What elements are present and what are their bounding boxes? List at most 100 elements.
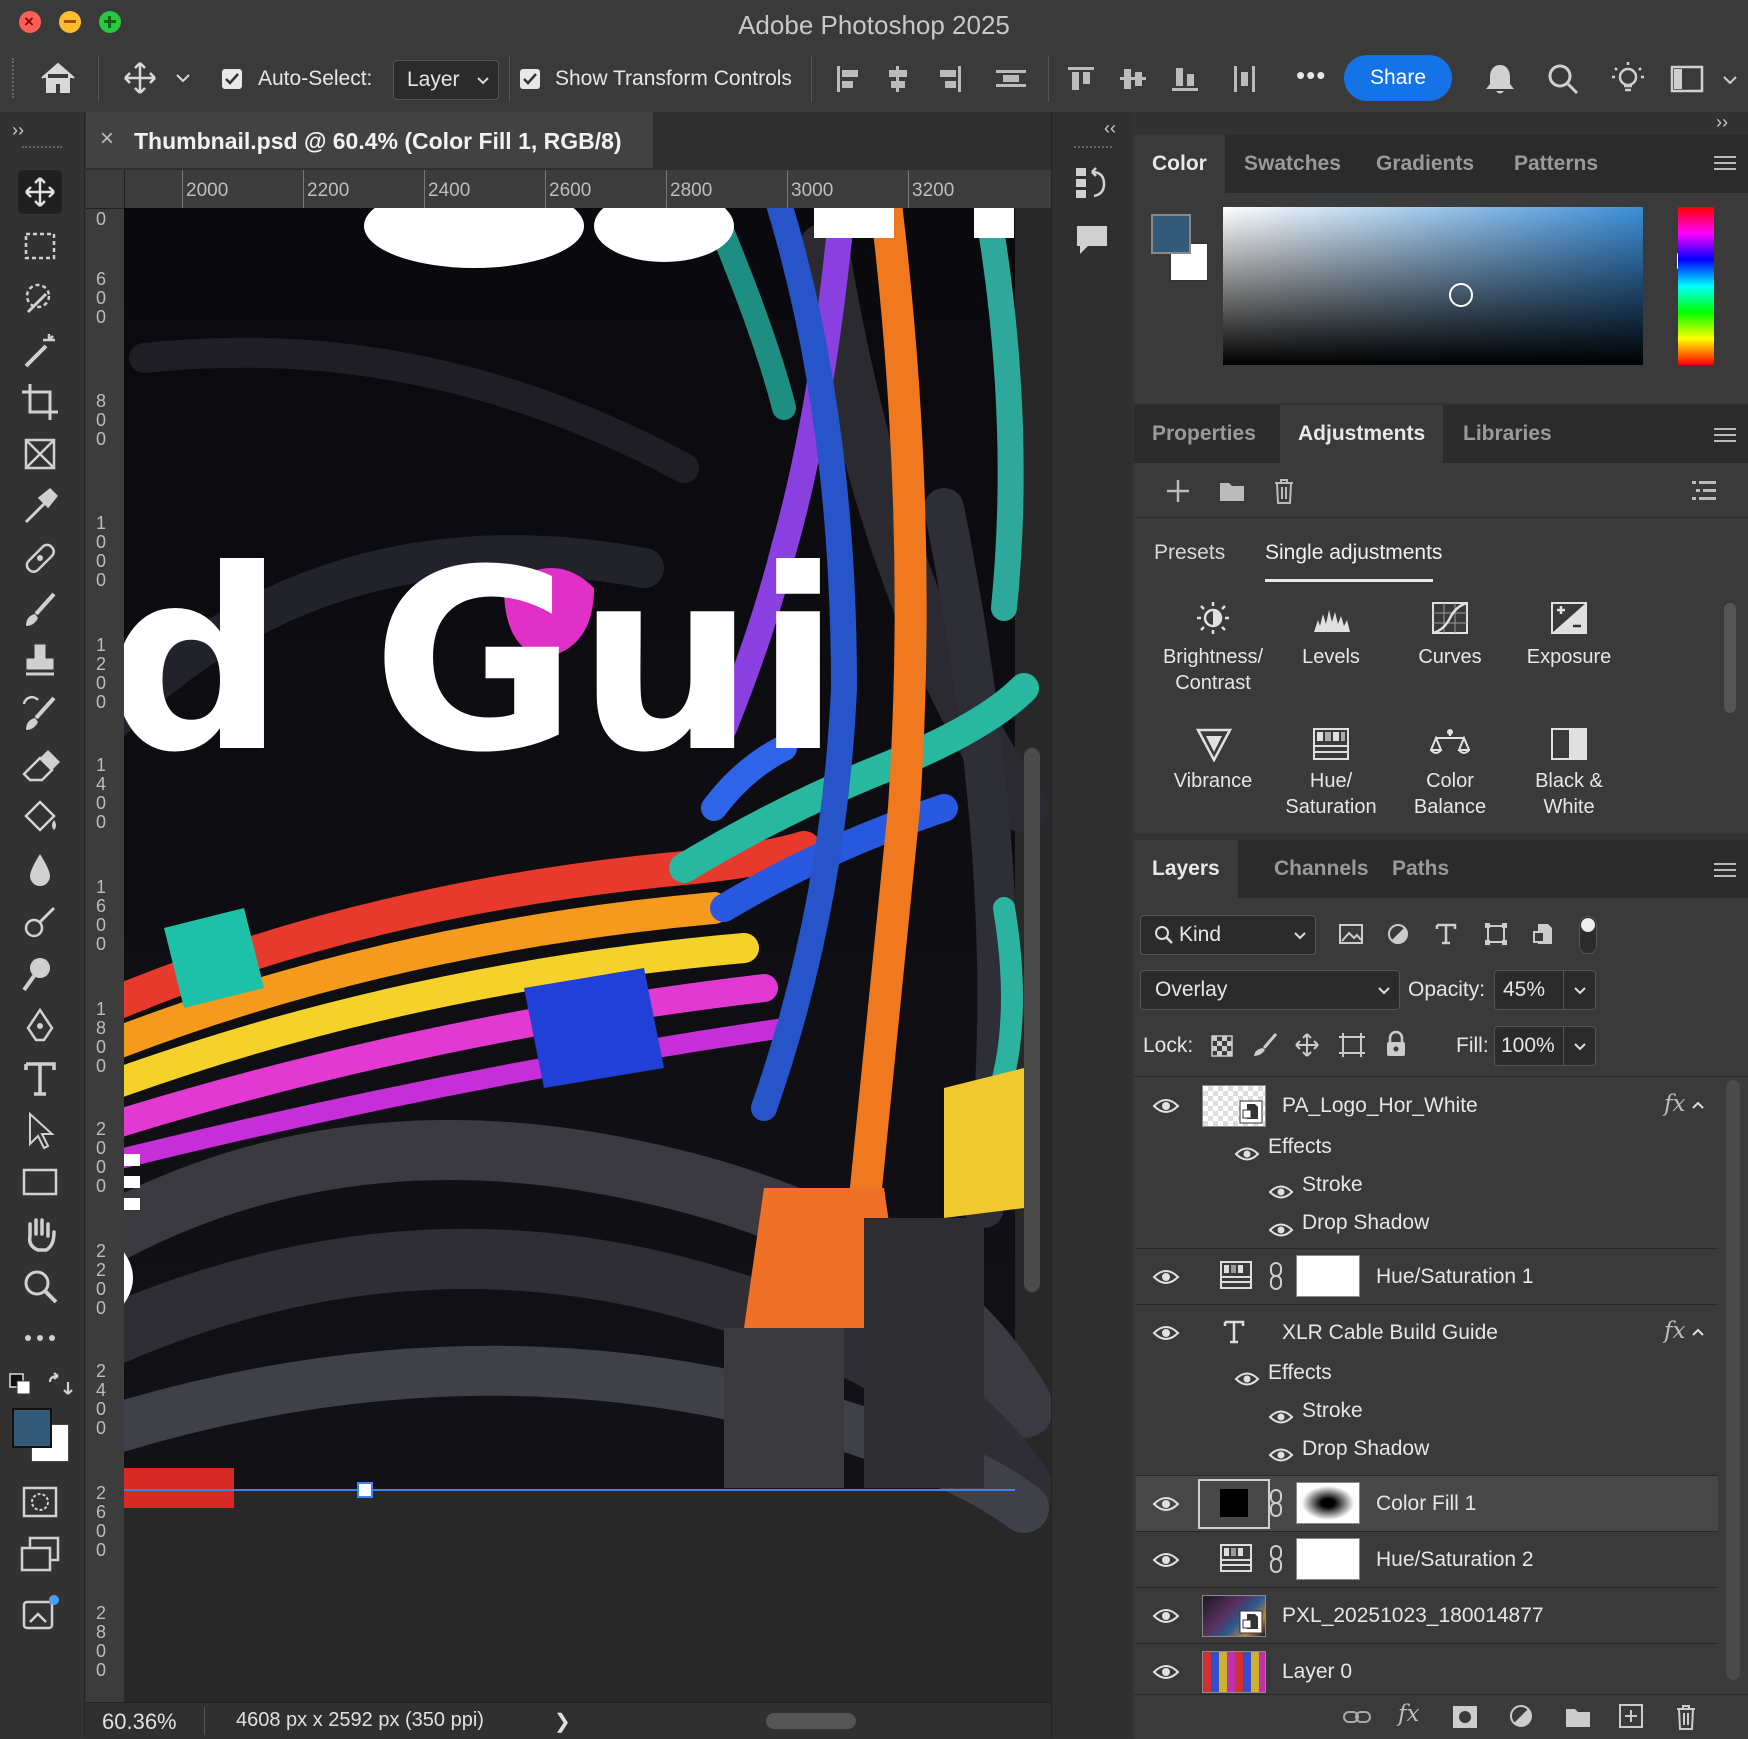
magic-wand-tool-icon[interactable] (18, 328, 62, 372)
chevron-down-icon[interactable] (175, 72, 191, 84)
visibility-eye-icon[interactable] (1234, 1371, 1260, 1387)
adj-color-balance[interactable]: Color Balance (1395, 768, 1505, 820)
horizontal-ruler[interactable]: 2000 2200 2400 2600 2800 3000 3200 (86, 170, 1051, 209)
history-brush-tool-icon[interactable] (18, 692, 62, 736)
auto-select-dropdown[interactable]: Layer (393, 60, 499, 100)
horizontal-scrollbar[interactable] (766, 1713, 856, 1729)
tab-channels[interactable]: Channels (1256, 840, 1387, 898)
distribute-vertical-icon[interactable] (1230, 64, 1260, 94)
layer-mask-thumbnail[interactable] (1296, 1255, 1360, 1297)
share-button[interactable]: Share (1344, 55, 1452, 101)
visibility-eye-icon[interactable] (1234, 1146, 1260, 1162)
document-info[interactable]: 4608 px x 2592 px (350 ppi) (236, 1709, 484, 1732)
type-tool-icon[interactable] (18, 1056, 62, 1100)
lock-pixels-icon[interactable] (1252, 1032, 1278, 1058)
new-layer-icon[interactable] (1618, 1703, 1644, 1729)
notification-bell-icon[interactable] (1482, 62, 1518, 96)
effect-drop-shadow[interactable]: Drop Shadow (1302, 1211, 1429, 1235)
dodge-tool-icon[interactable] (18, 952, 62, 996)
tab-paths[interactable]: Paths (1374, 840, 1467, 898)
link-icon[interactable] (1268, 1261, 1284, 1291)
chevron-up-icon[interactable] (1691, 1100, 1705, 1110)
filter-shape-icon[interactable] (1484, 922, 1508, 946)
move-tool-icon[interactable] (122, 60, 158, 96)
show-transform-checkbox[interactable] (520, 69, 540, 89)
layer-thumbnail[interactable] (1202, 1595, 1266, 1637)
layer-name[interactable]: Layer 0 (1282, 1660, 1352, 1684)
visibility-eye-icon[interactable] (1152, 1552, 1180, 1568)
status-expand-icon[interactable]: ❯ (554, 1709, 571, 1734)
visibility-eye-icon[interactable] (1152, 1608, 1180, 1624)
layer-thumbnail-frame[interactable] (1198, 1479, 1270, 1529)
layer-name[interactable]: XLR Cable Build Guide (1282, 1321, 1498, 1345)
more-tools-icon[interactable] (18, 1316, 62, 1360)
lock-position-icon[interactable] (1294, 1032, 1320, 1058)
align-left-icon[interactable] (834, 64, 862, 94)
visibility-eye-icon[interactable] (1268, 1447, 1294, 1463)
brush-tool-icon[interactable] (18, 588, 62, 632)
foreground-color-swatch[interactable] (12, 1408, 52, 1448)
adj-curves[interactable]: Curves (1395, 644, 1505, 670)
comments-icon[interactable] (1074, 222, 1110, 258)
vertical-scrollbar[interactable] (1024, 752, 1040, 1292)
chevron-up-icon[interactable] (1691, 1327, 1705, 1337)
lock-artboard-icon[interactable] (1338, 1032, 1366, 1058)
lock-all-icon[interactable] (1384, 1030, 1408, 1058)
visibility-eye-icon[interactable] (1152, 1269, 1180, 1285)
add-adjustment-icon[interactable] (1164, 477, 1192, 505)
layer-mask-thumbnail[interactable] (1296, 1538, 1360, 1580)
list-view-icon[interactable] (1690, 477, 1718, 505)
link-icon[interactable] (1268, 1544, 1284, 1574)
layer-name[interactable]: PXL_20251023_180014877 (1282, 1604, 1544, 1628)
history-icon[interactable] (1074, 164, 1112, 200)
blur-tool-icon[interactable] (18, 848, 62, 892)
tab-gradients[interactable]: Gradients (1358, 135, 1492, 193)
hand-tool-icon[interactable] (18, 1212, 62, 1256)
visibility-eye-icon[interactable] (1152, 1496, 1180, 1512)
dodge-burn-tool-icon[interactable] (18, 900, 62, 944)
eraser-tool-icon[interactable] (18, 744, 62, 788)
effects-label[interactable]: Effects (1268, 1361, 1332, 1385)
filter-smart-object-icon[interactable] (1532, 922, 1556, 946)
visibility-eye-icon[interactable] (1268, 1222, 1294, 1238)
vertical-ruler[interactable]: 0 6 0 0 8 0 0 1 0 0 0 1 2 0 0 1 4 0 0 1 6 0 0 1… (86, 208, 125, 1702)
add-layer-style-icon[interactable]: fx (1398, 1701, 1419, 1727)
new-group-icon[interactable] (1564, 1705, 1592, 1729)
clone-stamp-tool-icon[interactable] (18, 640, 62, 684)
marquee-tool-icon[interactable] (18, 224, 62, 268)
layer-name[interactable]: Hue/Saturation 2 (1376, 1548, 1534, 1572)
adj-hue-saturation[interactable]: Hue/ Saturation (1276, 768, 1386, 820)
layers-scrollbar[interactable] (1726, 1080, 1740, 1680)
opacity-field[interactable]: 45% (1494, 970, 1596, 1010)
grip-handle[interactable] (12, 58, 17, 98)
tab-libraries[interactable]: Libraries (1445, 405, 1570, 463)
paint-bucket-tool-icon[interactable] (18, 796, 62, 840)
layer-row-selected[interactable]: Color Fill 1 (1136, 1476, 1718, 1532)
new-adjustment-layer-icon[interactable] (1508, 1703, 1534, 1729)
effect-stroke[interactable]: Stroke (1302, 1399, 1363, 1423)
visibility-eye-icon[interactable] (1152, 1325, 1180, 1341)
adj-brightness-contrast[interactable]: Brightness/ Contrast (1158, 644, 1268, 696)
align-top-icon[interactable] (1066, 64, 1096, 94)
adj-vibrance[interactable]: Vibrance (1158, 768, 1268, 794)
layer-row[interactable]: XLR Cable Build Guide fx (1136, 1305, 1718, 1361)
layer-thumbnail[interactable] (1202, 1651, 1266, 1693)
layer-row[interactable]: Layer 0 (1136, 1644, 1718, 1700)
lock-transparent-icon[interactable] (1210, 1034, 1234, 1058)
tab-swatches[interactable]: Swatches (1226, 135, 1359, 193)
adj-levels[interactable]: Levels (1276, 644, 1386, 670)
grip-handle[interactable] (1074, 146, 1112, 151)
panel-menu-icon[interactable] (1714, 862, 1736, 878)
link-layers-icon[interactable] (1342, 1707, 1372, 1727)
visibility-eye-icon[interactable] (1152, 1664, 1180, 1680)
adj-exposure[interactable]: Exposure (1514, 644, 1624, 670)
align-right-icon[interactable] (936, 64, 964, 94)
fill-field[interactable]: 100% (1494, 1026, 1596, 1066)
document-tab[interactable]: × Thumbnail.psd @ 60.4% (Color Fill 1, R… (86, 112, 653, 168)
filter-type-icon[interactable] (1434, 922, 1458, 946)
panel-menu-icon[interactable] (1714, 427, 1736, 443)
layer-name[interactable]: Hue/Saturation 1 (1376, 1265, 1534, 1289)
align-bottom-icon[interactable] (1170, 64, 1200, 94)
frame-tool-icon[interactable] (18, 432, 62, 476)
link-icon[interactable] (1268, 1488, 1284, 1518)
